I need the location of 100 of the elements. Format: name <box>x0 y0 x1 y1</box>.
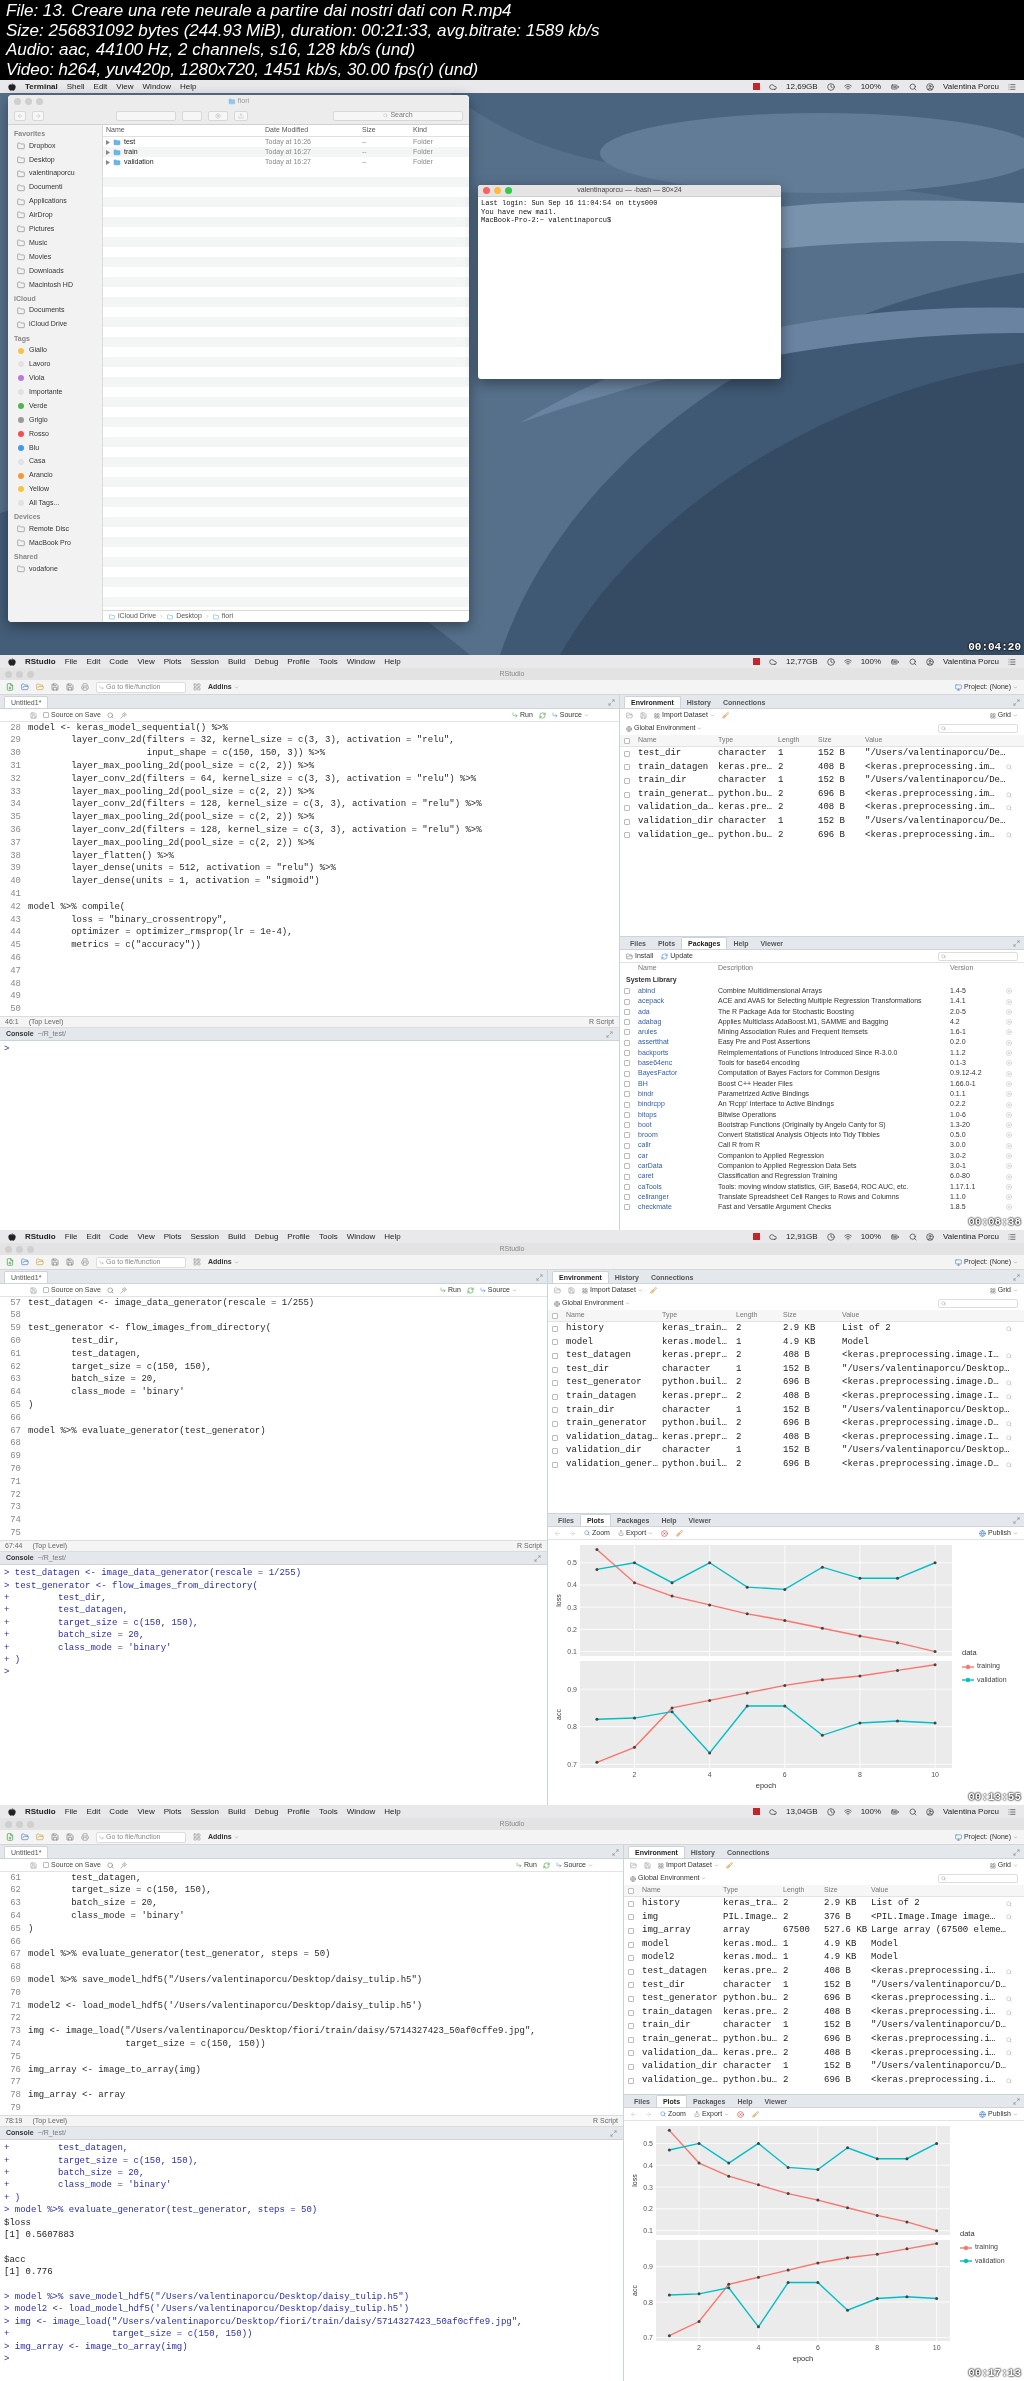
checkbox[interactable] <box>624 791 630 798</box>
view-switcher[interactable] <box>116 110 176 121</box>
menu-item[interactable]: Plots <box>163 1230 182 1243</box>
menu-item[interactable]: Tools <box>319 1230 338 1243</box>
forward-button[interactable] <box>32 110 44 121</box>
user-name[interactable]: Valentina Porcu <box>943 80 999 93</box>
menu-item[interactable]: File <box>64 1230 78 1243</box>
checkbox[interactable] <box>628 1928 634 1934</box>
battery-percentage[interactable]: 100% <box>860 80 882 93</box>
checkbox[interactable] <box>624 1080 630 1087</box>
checkbox[interactable] <box>624 1029 630 1036</box>
checkbox[interactable] <box>628 1887 634 1894</box>
checkbox[interactable] <box>628 2050 634 2057</box>
storage-indicator[interactable]: 12,91GB <box>786 1230 818 1243</box>
record-icon[interactable] <box>753 1233 761 1240</box>
menu-item[interactable]: Debug <box>254 655 279 668</box>
checkbox[interactable] <box>628 1982 634 1989</box>
checkbox[interactable] <box>628 1955 634 1962</box>
checkbox[interactable] <box>624 1019 630 1026</box>
menu-item[interactable]: File <box>64 655 78 668</box>
checkbox[interactable] <box>624 1101 630 1108</box>
user-name[interactable]: Valentina Porcu <box>943 1230 999 1243</box>
checkbox[interactable] <box>624 805 630 812</box>
menu-item[interactable]: Tools <box>319 655 338 668</box>
menu-item[interactable]: Terminal <box>25 80 58 93</box>
checkbox[interactable] <box>552 1325 558 1332</box>
menu-item[interactable]: Help <box>180 80 197 93</box>
checkbox[interactable] <box>552 1312 558 1319</box>
menu-item[interactable]: Build <box>227 1230 246 1243</box>
checkbox[interactable] <box>628 2077 634 2084</box>
search-field[interactable] <box>938 724 1018 733</box>
checkbox[interactable] <box>628 1968 634 1975</box>
menu-item[interactable]: View <box>137 1805 155 1818</box>
menu-item[interactable]: Help <box>384 1805 401 1818</box>
action-button[interactable] <box>208 110 228 121</box>
checkbox[interactable] <box>624 1204 630 1211</box>
menu-item[interactable]: Tools <box>319 1805 338 1818</box>
menu-item[interactable]: Edit <box>86 1230 101 1243</box>
menu-item[interactable]: Edit <box>86 655 101 668</box>
record-icon[interactable] <box>753 1808 761 1815</box>
menu-item[interactable]: RStudio <box>25 655 56 668</box>
menu-item[interactable]: Window <box>346 1230 376 1243</box>
menu-item[interactable]: Profile <box>287 1230 310 1243</box>
menu-item[interactable]: Build <box>227 1805 246 1818</box>
checkbox[interactable] <box>628 2036 634 2043</box>
checkbox[interactable] <box>624 1173 630 1180</box>
menu-item[interactable]: Shell <box>66 80 85 93</box>
checkbox[interactable] <box>552 1353 558 1359</box>
checkbox[interactable] <box>43 1287 49 1293</box>
menu-item[interactable]: Window <box>346 1805 376 1818</box>
menu-item[interactable]: View <box>137 655 155 668</box>
menu-item[interactable]: RStudio <box>25 1230 56 1243</box>
menu-item[interactable]: Plots <box>163 1805 182 1818</box>
checkbox[interactable] <box>624 998 630 1005</box>
checkbox[interactable] <box>552 1434 558 1441</box>
menu-item[interactable]: Session <box>190 1805 219 1818</box>
checkbox[interactable] <box>628 1941 634 1948</box>
menu-item[interactable]: Debug <box>254 1230 279 1243</box>
arrange-button[interactable] <box>182 110 202 121</box>
checkbox[interactable] <box>624 1070 630 1077</box>
checkbox[interactable] <box>624 832 630 839</box>
checkbox[interactable] <box>624 1050 630 1057</box>
battery-percentage[interactable]: 100% <box>860 1805 882 1818</box>
checkbox[interactable] <box>43 1862 49 1868</box>
checkbox[interactable] <box>624 1183 630 1190</box>
checkbox[interactable] <box>624 1132 630 1139</box>
menu-item[interactable]: Profile <box>287 655 310 668</box>
menu-item[interactable]: Code <box>109 655 129 668</box>
checkbox[interactable] <box>624 778 630 784</box>
menu-item[interactable]: Debug <box>254 1805 279 1818</box>
menu-item[interactable]: Edit <box>86 1805 101 1818</box>
record-icon[interactable] <box>753 83 761 90</box>
menu-item[interactable]: Profile <box>287 1805 310 1818</box>
checkbox[interactable] <box>628 2009 634 2016</box>
checkbox[interactable] <box>628 1995 634 2002</box>
storage-indicator[interactable]: 12,77GB <box>786 655 818 668</box>
checkbox[interactable] <box>624 1153 630 1159</box>
menu-item[interactable]: View <box>116 80 134 93</box>
menu-item[interactable]: Window <box>346 655 376 668</box>
search-field[interactable] <box>938 951 1018 961</box>
checkbox[interactable] <box>624 1039 630 1046</box>
checkbox[interactable] <box>624 1091 630 1098</box>
menu-item[interactable]: Build <box>227 655 246 668</box>
checkbox[interactable] <box>624 988 630 995</box>
storage-indicator[interactable]: 12,69GB <box>786 80 818 93</box>
search-field[interactable] <box>938 1874 1018 1883</box>
menu-item[interactable]: Code <box>109 1805 129 1818</box>
checkbox[interactable] <box>43 712 49 718</box>
menu-item[interactable]: Plots <box>163 655 182 668</box>
battery-percentage[interactable]: 100% <box>860 655 882 668</box>
checkbox[interactable] <box>624 1163 630 1170</box>
checkbox[interactable] <box>552 1420 558 1427</box>
checkbox[interactable] <box>624 764 630 771</box>
checkbox[interactable] <box>552 1339 558 1346</box>
menu-item[interactable]: Edit <box>93 80 108 93</box>
checkbox[interactable] <box>628 1900 634 1907</box>
menu-item[interactable]: Session <box>190 655 219 668</box>
menu-item[interactable]: Session <box>190 1230 219 1243</box>
checkbox[interactable] <box>628 2063 634 2070</box>
menu-item[interactable]: View <box>137 1230 155 1243</box>
